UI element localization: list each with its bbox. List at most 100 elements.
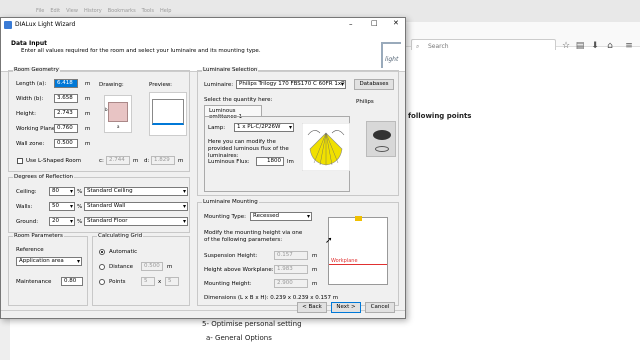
height-above-workplane-unit: m <box>312 267 318 273</box>
suspension-height-unit: m <box>312 253 318 259</box>
close-icon[interactable]: ✕ <box>393 19 399 27</box>
height-label: Height: <box>16 111 37 117</box>
working-plane-input[interactable]: 0.760 <box>54 124 78 133</box>
luminaire-marker <box>355 216 362 221</box>
wall-zone-input[interactable]: 0.500 <box>54 139 78 148</box>
suspension-height-input[interactable]: 0.157 <box>274 251 308 260</box>
reference-select[interactable]: Application area <box>16 257 82 266</box>
lamp-select[interactable]: 1 x PL-C/2P26W <box>234 123 294 132</box>
room-drawing: b a <box>104 95 132 133</box>
walls-pct: % <box>77 204 83 210</box>
mounting-height-input[interactable]: 2.900 <box>274 279 308 288</box>
ceiling-pct: % <box>77 189 83 195</box>
reflection-group: Degrees of Reflection Ceiling: 80 % Stan… <box>8 174 190 233</box>
l-shaped-label: Use L-Shaped Room <box>26 158 82 164</box>
header-title: Data Input <box>11 40 47 47</box>
automatic-radio[interactable] <box>99 249 105 255</box>
room-preview <box>149 92 187 136</box>
quantity-label: Select the quantity here: <box>204 97 273 103</box>
width-input[interactable]: 3.658 <box>54 94 78 103</box>
calc-grid-group: Calculating Grid Automatic Distance 0.50… <box>92 233 190 306</box>
mounting-group: Luminaire Mounting Mounting Type: Recess… <box>197 199 399 306</box>
distance-radio[interactable] <box>99 264 105 270</box>
mounting-title: Luminaire Mounting <box>202 199 259 205</box>
page-text-following-points: following points <box>408 112 472 120</box>
ceiling-label: Ceiling: <box>16 189 37 195</box>
reflection-title: Degrees of Reflection <box>13 174 75 180</box>
walls-value-select[interactable]: 50 <box>49 202 75 211</box>
ceiling-type-select[interactable]: Standard Ceiling <box>84 187 188 196</box>
next-button[interactable]: Next > <box>331 302 361 313</box>
dialog-header: Data Input Enter all values required for… <box>1 32 405 72</box>
mounting-type-select[interactable]: Recessed <box>250 212 312 221</box>
mounting-type-label: Mounting Type: <box>204 214 246 220</box>
d-label: d: <box>144 158 150 164</box>
dim-a-label: a <box>117 124 120 129</box>
ground-type-select[interactable]: Standard Floor <box>84 217 188 226</box>
height-above-workplane-input[interactable]: 1.983 <box>274 265 308 274</box>
light-wizard-dialog: DIALux Light Wizard – □ ✕ Data Input Ent… <box>0 17 406 319</box>
maximize-icon[interactable]: □ <box>371 19 378 27</box>
points-y-input[interactable]: 5 <box>165 277 179 286</box>
points-label: Points <box>109 279 126 285</box>
app-icon <box>4 21 12 29</box>
distance-input[interactable]: 0.500 <box>141 262 163 271</box>
wall-zone-unit: m <box>85 141 91 147</box>
lamp-label: Lamp: <box>208 125 226 131</box>
page-text-optimise: 5- Optimise personal setting <box>202 320 302 328</box>
mounting-preview: Workplane <box>328 216 388 285</box>
luminaire-label: Luminaire: <box>204 82 234 88</box>
light-logo: light <box>381 42 401 68</box>
back-button[interactable]: < Back <box>297 302 327 313</box>
c-input[interactable]: 2.744 <box>106 156 130 165</box>
room-geometry-title: Room Geometry <box>13 67 60 73</box>
ceiling-value-select[interactable]: 80 <box>49 187 75 196</box>
dim-b-label: b <box>105 107 108 112</box>
width-label: Width (b): <box>16 96 44 102</box>
polar-diagram <box>302 123 350 171</box>
databases-button[interactable]: Databases <box>354 79 394 90</box>
distance-label: Distance <box>109 264 134 270</box>
ground-value-select[interactable]: 20 <box>49 217 75 226</box>
suspension-height-label: Suspension Height: <box>204 253 258 259</box>
luminaire-select[interactable]: Philips Trilogy 170 FBS170 C 60FR 1xPL-C… <box>236 80 346 89</box>
height-unit: m <box>85 111 91 117</box>
points-sep: x <box>158 279 162 285</box>
calc-grid-title: Calculating Grid <box>97 233 144 239</box>
height-input[interactable]: 2.743 <box>54 109 78 118</box>
tab-luminous-emittance[interactable]: Luminous emittance 1 <box>204 105 262 120</box>
c-label: c: <box>99 158 104 164</box>
reference-label: Reference <box>16 247 44 253</box>
luminaire-photo-body <box>373 130 391 140</box>
dialog-title: DIALux Light Wizard <box>15 21 76 28</box>
walls-type-select[interactable]: Standard Wall <box>84 202 188 211</box>
length-input[interactable]: 6.418 <box>54 79 78 88</box>
minimize-icon[interactable]: – <box>349 20 353 28</box>
logo-text: light <box>385 56 399 63</box>
l-shaped-checkbox[interactable] <box>17 158 23 164</box>
search-placeholder: Search <box>428 43 449 50</box>
room-geometry-group: Room Geometry Length (a): 6.418 m Width … <box>8 67 190 172</box>
preview-label: Preview: <box>149 82 172 88</box>
brand-label: Philips <box>356 99 374 105</box>
flux-unit: lm <box>287 159 294 165</box>
room-drawing-rect <box>108 102 128 122</box>
flux-input[interactable]: 1800 <box>256 157 284 166</box>
working-plane-label: Working Plane: <box>16 126 58 132</box>
workplane-line <box>329 264 387 265</box>
luminaire-group: Luminaire Selection Luminaire: Philips T… <box>197 67 399 196</box>
points-x-input[interactable]: 5 <box>141 277 155 286</box>
d-input[interactable]: 1.829 <box>151 156 175 165</box>
room-params-title: Room Parameters <box>13 233 64 239</box>
length-label: Length (a): <box>16 81 47 87</box>
width-unit: m <box>85 96 91 102</box>
maintenance-input[interactable]: 0.80 <box>61 277 83 286</box>
walls-label: Walls: <box>16 204 33 210</box>
dimensions-text: Dimensions (L x B x H): 0.239 x 0.239 x … <box>204 295 339 301</box>
mounting-modify-text: Modify the mounting height via one of th… <box>204 230 303 243</box>
ground-label: Ground: <box>16 219 39 225</box>
automatic-label: Automatic <box>109 249 138 255</box>
points-radio[interactable] <box>99 279 105 285</box>
cancel-button[interactable]: Cancel <box>365 302 395 313</box>
preview-floor <box>152 99 184 125</box>
